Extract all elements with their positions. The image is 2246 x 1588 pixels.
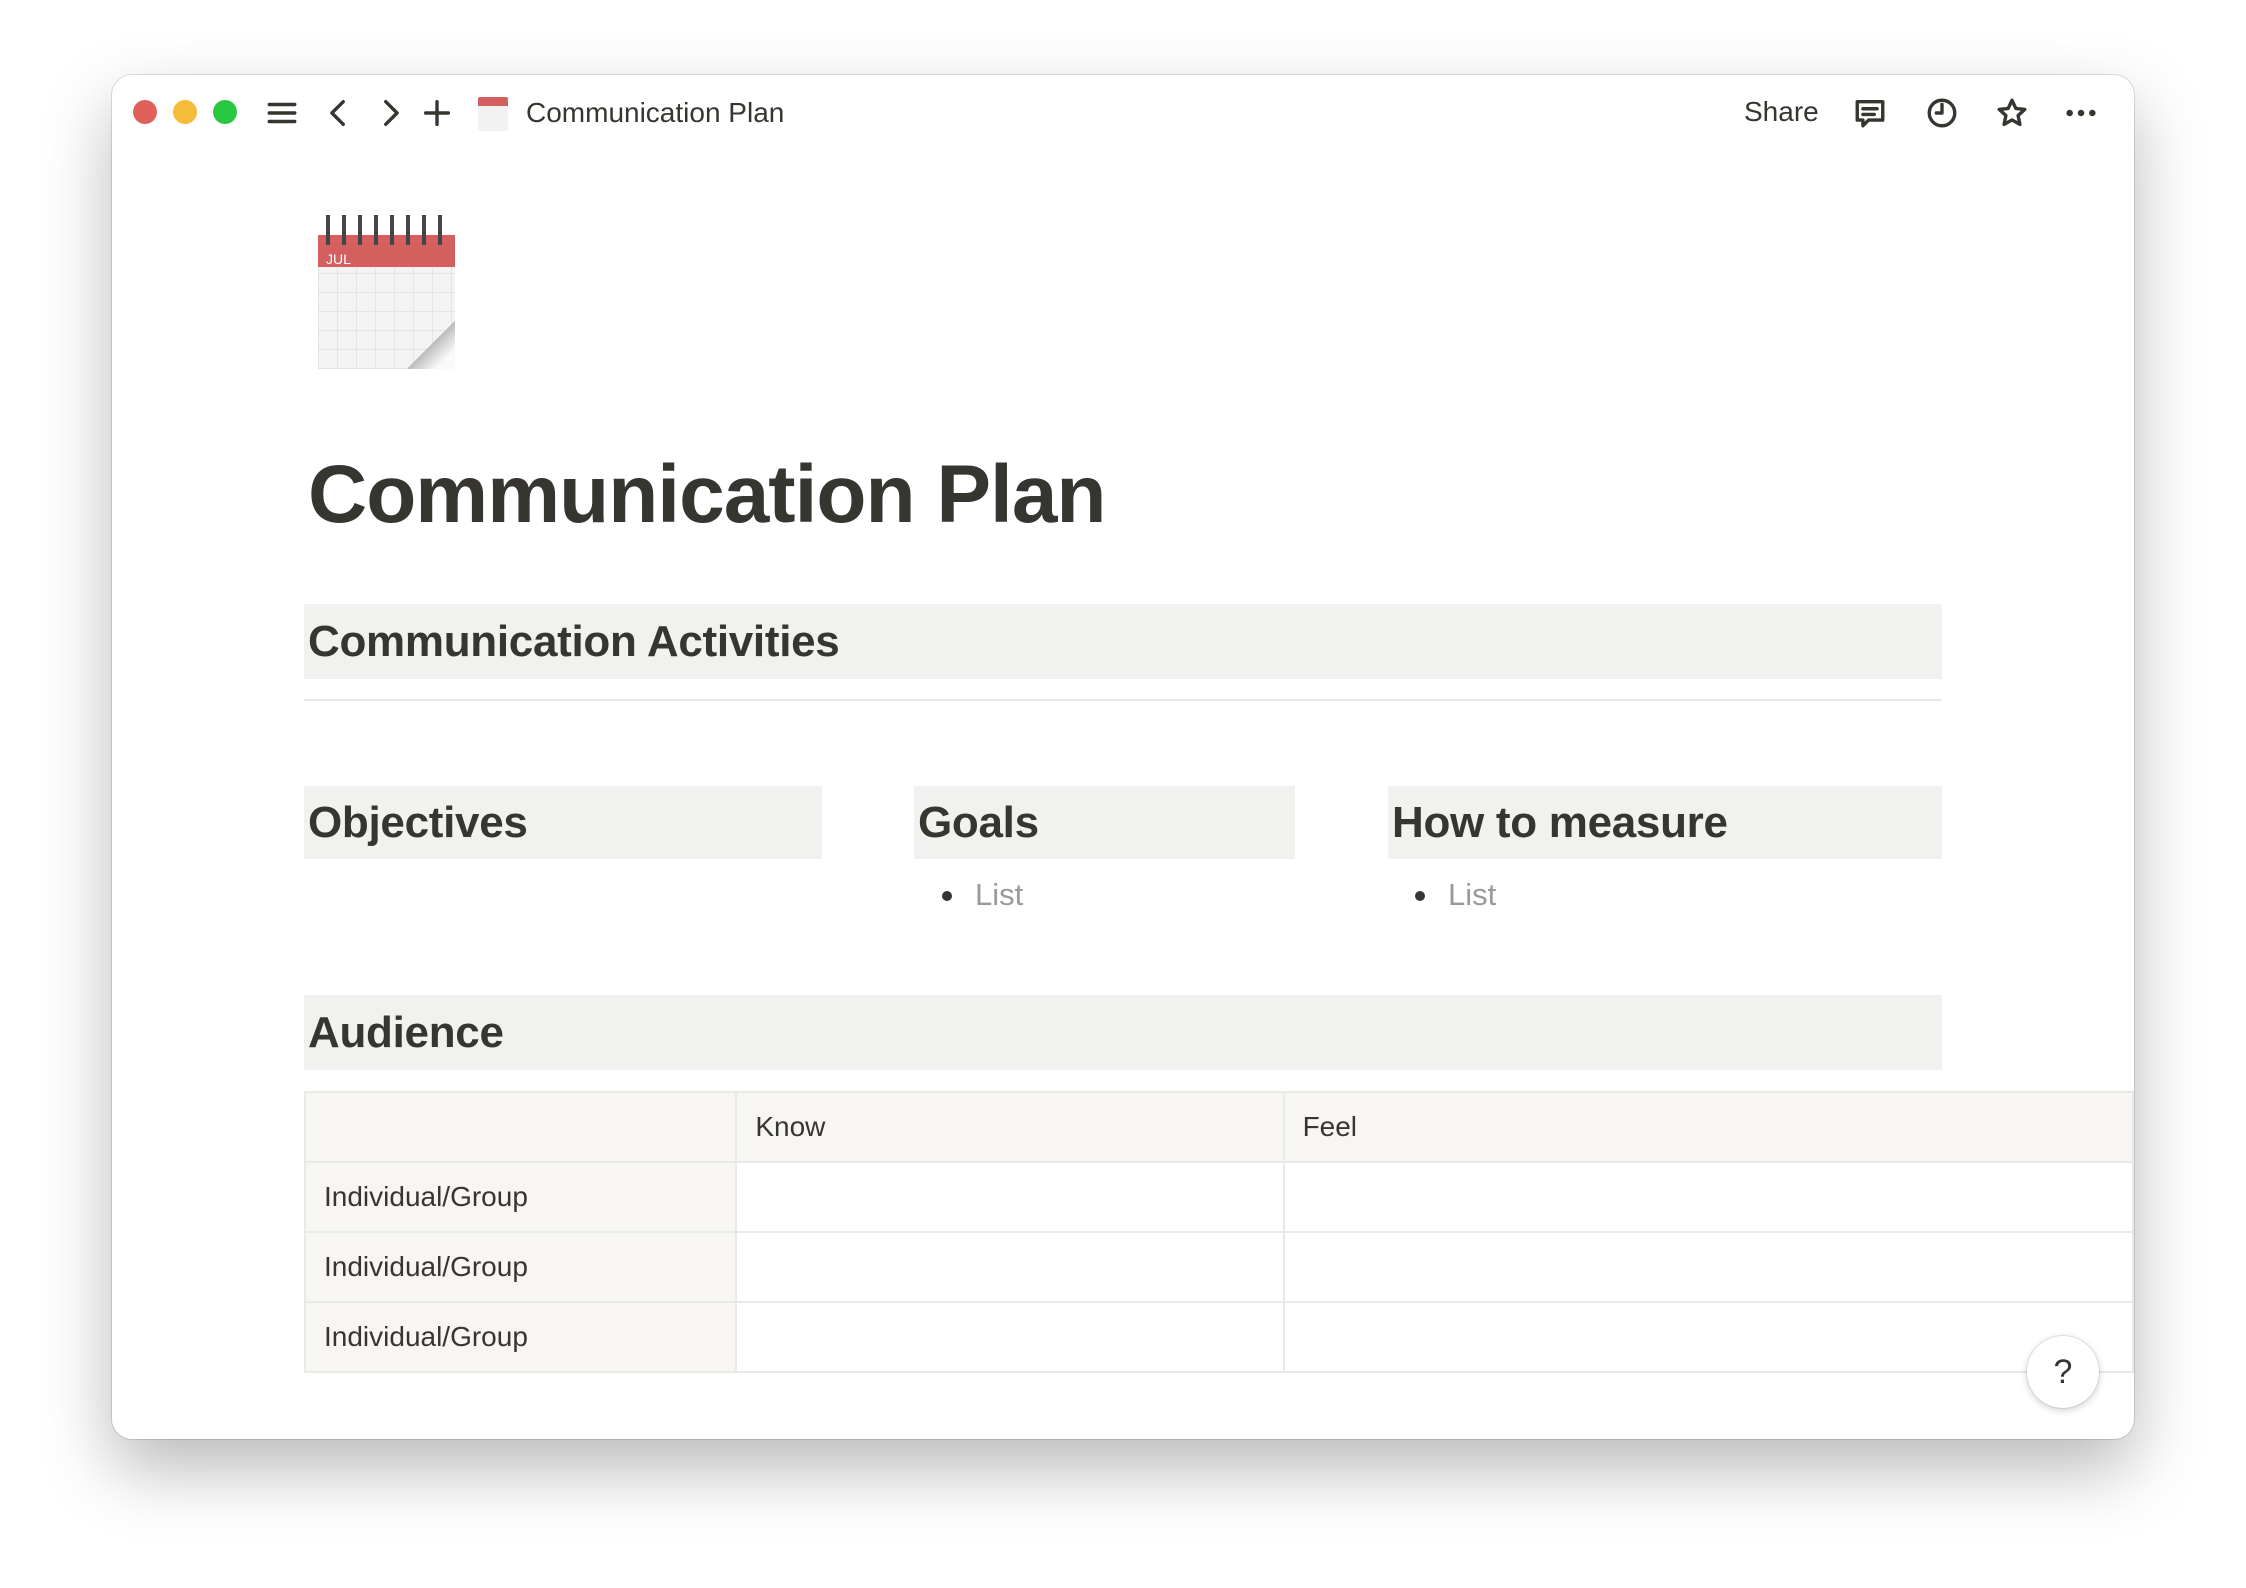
- page-title[interactable]: Communication Plan: [308, 445, 1107, 545]
- back-icon[interactable]: [319, 93, 359, 133]
- table-cell[interactable]: [735, 1161, 1285, 1233]
- divider: [304, 699, 1942, 701]
- comment-icon[interactable]: [1850, 93, 1890, 133]
- table-cell[interactable]: Individual/Group: [303, 1161, 738, 1233]
- table-cell[interactable]: [735, 1231, 1285, 1303]
- minimize-window-button[interactable]: [173, 100, 197, 124]
- more-icon[interactable]: [2061, 93, 2101, 133]
- menu-icon[interactable]: [262, 93, 302, 133]
- share-button[interactable]: Share: [1744, 93, 1819, 131]
- table-row: Individual/Group: [303, 1301, 2134, 1373]
- table-header-cell[interactable]: Know: [735, 1091, 1285, 1163]
- heading-communication-activities[interactable]: Communication Activities: [304, 604, 1942, 679]
- table-row: Individual/Group: [303, 1161, 2134, 1233]
- table-cell[interactable]: [735, 1301, 1285, 1373]
- maximize-window-button[interactable]: [213, 100, 237, 124]
- measure-list-item[interactable]: List: [1414, 875, 1496, 915]
- spiral-calendar-icon: [478, 97, 508, 131]
- heading-objectives[interactable]: Objectives: [304, 786, 822, 859]
- forward-icon[interactable]: [370, 93, 410, 133]
- table-header-row: Know Feel: [303, 1091, 2134, 1163]
- table-row: Individual/Group: [303, 1231, 2134, 1303]
- heading-audience[interactable]: Audience: [304, 995, 1942, 1070]
- table-cell[interactable]: [1282, 1161, 2134, 1233]
- table-header-cell[interactable]: Feel: [1282, 1091, 2134, 1163]
- table-cell[interactable]: Individual/Group: [303, 1231, 738, 1303]
- table-cell[interactable]: [1282, 1231, 2134, 1303]
- table-header-cell[interactable]: [303, 1091, 738, 1163]
- table-cell[interactable]: [1282, 1301, 2134, 1373]
- breadcrumb-page-title[interactable]: Communication Plan: [526, 95, 784, 131]
- heading-goals[interactable]: Goals: [914, 786, 1295, 859]
- page-icon-calendar[interactable]: JUL: [318, 215, 455, 369]
- plus-icon[interactable]: [417, 93, 457, 133]
- close-window-button[interactable]: [133, 100, 157, 124]
- table-cell[interactable]: Individual/Group: [303, 1301, 738, 1373]
- audience-table: Know Feel Individual/Group Individual/Gr…: [303, 1091, 2134, 1373]
- help-button[interactable]: ?: [2027, 1336, 2099, 1408]
- history-clock-icon[interactable]: [1922, 93, 1962, 133]
- app-window: Communication Plan Share JUL Communicati…: [112, 75, 2134, 1439]
- heading-how-to-measure[interactable]: How to measure: [1388, 786, 1942, 859]
- goals-list-item[interactable]: List: [941, 875, 1023, 915]
- favorite-star-icon[interactable]: [1992, 93, 2032, 133]
